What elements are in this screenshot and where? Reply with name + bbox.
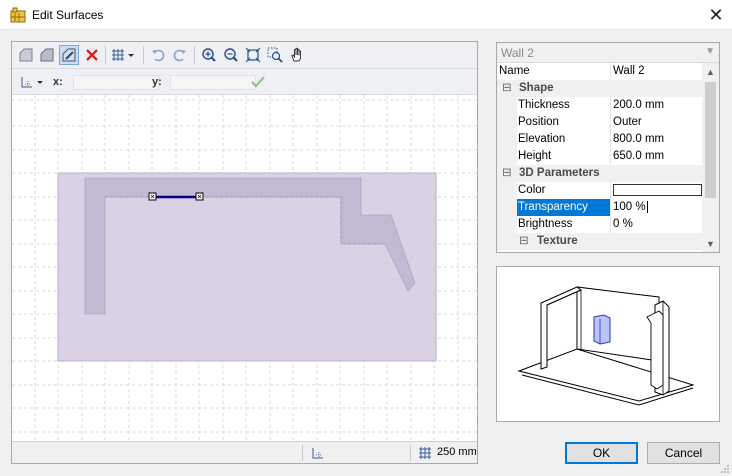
chevron-down-icon: ▼ — [705, 46, 715, 57]
status-bar: 250 mm — [12, 441, 477, 463]
undo-button[interactable] — [148, 45, 168, 65]
y-coordinate-input[interactable] — [170, 75, 256, 90]
delete-button[interactable] — [82, 45, 102, 65]
surface-editor: x: y: 250 mm — [11, 41, 478, 464]
zoom-out-icon — [224, 48, 238, 62]
pan-button[interactable] — [287, 45, 307, 65]
y-coordinate-label: y: — [152, 76, 162, 88]
floor-surface[interactable] — [57, 172, 437, 362]
apply-coordinates-button[interactable] — [248, 72, 268, 92]
snap-mode-dropdown[interactable] — [18, 73, 48, 91]
collapse-icon[interactable]: ⊟ — [502, 165, 512, 182]
property-grid: Name Wall 2 ⊟ Shape Thickness 200.0 mm P… — [497, 63, 703, 252]
zoom-extents-icon — [245, 47, 261, 63]
grid-dropdown-button[interactable] — [109, 45, 137, 65]
pan-hand-icon — [291, 47, 301, 62]
x-coordinate-label: x: — [53, 76, 63, 88]
zoom-window-icon — [267, 47, 283, 63]
property-row-height[interactable]: Height 650.0 mm — [497, 148, 703, 165]
snap-status-icon — [312, 448, 323, 459]
preview-back-wall — [576, 286, 660, 362]
property-row-name[interactable]: Name Wall 2 — [497, 63, 703, 80]
drawing-canvas[interactable] — [12, 95, 477, 441]
property-row-elevation[interactable]: Elevation 800.0 mm — [497, 131, 703, 148]
floor-plan-drawing — [12, 95, 477, 441]
scroll-down-icon[interactable]: ▼ — [702, 235, 719, 252]
properties-scrollbar[interactable]: ▲ ▼ — [702, 63, 719, 252]
property-row-transparency[interactable]: Transparency 100 % — [497, 199, 703, 216]
transparency-input[interactable]: 100 % — [613, 201, 646, 213]
draw-polyline-button[interactable] — [16, 45, 36, 65]
toolbar-separator — [143, 46, 144, 64]
scroll-up-icon[interactable]: ▲ — [702, 63, 719, 80]
category-texture[interactable]: ⊟ Texture — [497, 233, 703, 250]
toolbar-separator — [194, 46, 195, 64]
edit-shape-icon — [62, 48, 76, 62]
edit-shape-button[interactable] — [59, 45, 79, 65]
zoom-extents-button[interactable] — [243, 45, 263, 65]
zoom-in-icon — [202, 48, 216, 62]
property-row-thickness[interactable]: Thickness 200.0 mm — [497, 97, 703, 114]
status-separator — [302, 445, 303, 461]
category-shape[interactable]: ⊟ Shape — [497, 80, 703, 97]
object-selector[interactable]: Wall 2 ▼ — [497, 43, 719, 63]
redo-button[interactable] — [170, 45, 190, 65]
category-3d-parameters[interactable]: ⊟ 3D Parameters — [497, 165, 703, 182]
title-bar: Edit Surfaces ✕ — [0, 0, 732, 30]
scrollbar-thumb[interactable] — [705, 82, 716, 198]
3d-preview — [496, 266, 720, 422]
text-cursor — [646, 200, 648, 213]
coordinate-bar: x: y: — [12, 69, 477, 95]
edit-surfaces-app-icon — [10, 7, 26, 23]
zoom-in-button[interactable] — [199, 45, 219, 65]
preview-wall-2-window — [593, 314, 611, 345]
checkmark-icon — [251, 76, 265, 88]
editor-toolbar — [12, 42, 477, 69]
property-row-color[interactable]: Color — [497, 182, 703, 199]
ok-button[interactable]: OK — [565, 442, 638, 464]
status-separator — [410, 445, 411, 461]
draw-polyline-icon — [19, 48, 33, 62]
collapse-icon[interactable]: ⊟ — [502, 80, 512, 97]
toolbar-separator — [105, 46, 106, 64]
color-swatch[interactable] — [613, 184, 702, 196]
property-row-brightness[interactable]: Brightness 0 % — [497, 216, 703, 233]
close-icon: ✕ — [708, 4, 724, 25]
collapse-icon[interactable]: ⊟ — [519, 233, 529, 250]
redo-icon — [173, 49, 186, 62]
grid-size-icon — [419, 447, 431, 459]
object-selector-value: Wall 2 — [501, 46, 534, 60]
cancel-button[interactable]: Cancel — [647, 442, 720, 464]
delete-icon — [86, 49, 98, 61]
zoom-out-button[interactable] — [221, 45, 241, 65]
zoom-window-button[interactable] — [265, 45, 285, 65]
draw-polygon-icon — [40, 48, 54, 62]
3d-room-preview — [517, 286, 695, 406]
snap-point-icon — [21, 77, 43, 88]
grid-size-label: 250 mm — [437, 446, 477, 458]
properties-panel: Wall 2 ▼ Name Wall 2 ⊟ Shape Thickness 2… — [496, 42, 720, 253]
resize-grip-icon[interactable] — [720, 464, 730, 474]
window-title: Edit Surfaces — [32, 8, 104, 22]
undo-icon — [152, 49, 165, 62]
close-button[interactable]: ✕ — [700, 0, 732, 30]
grid-icon — [112, 49, 134, 61]
draw-polygon-button[interactable] — [37, 45, 57, 65]
property-row-position[interactable]: Position Outer — [497, 114, 703, 131]
x-coordinate-input[interactable] — [73, 75, 159, 90]
